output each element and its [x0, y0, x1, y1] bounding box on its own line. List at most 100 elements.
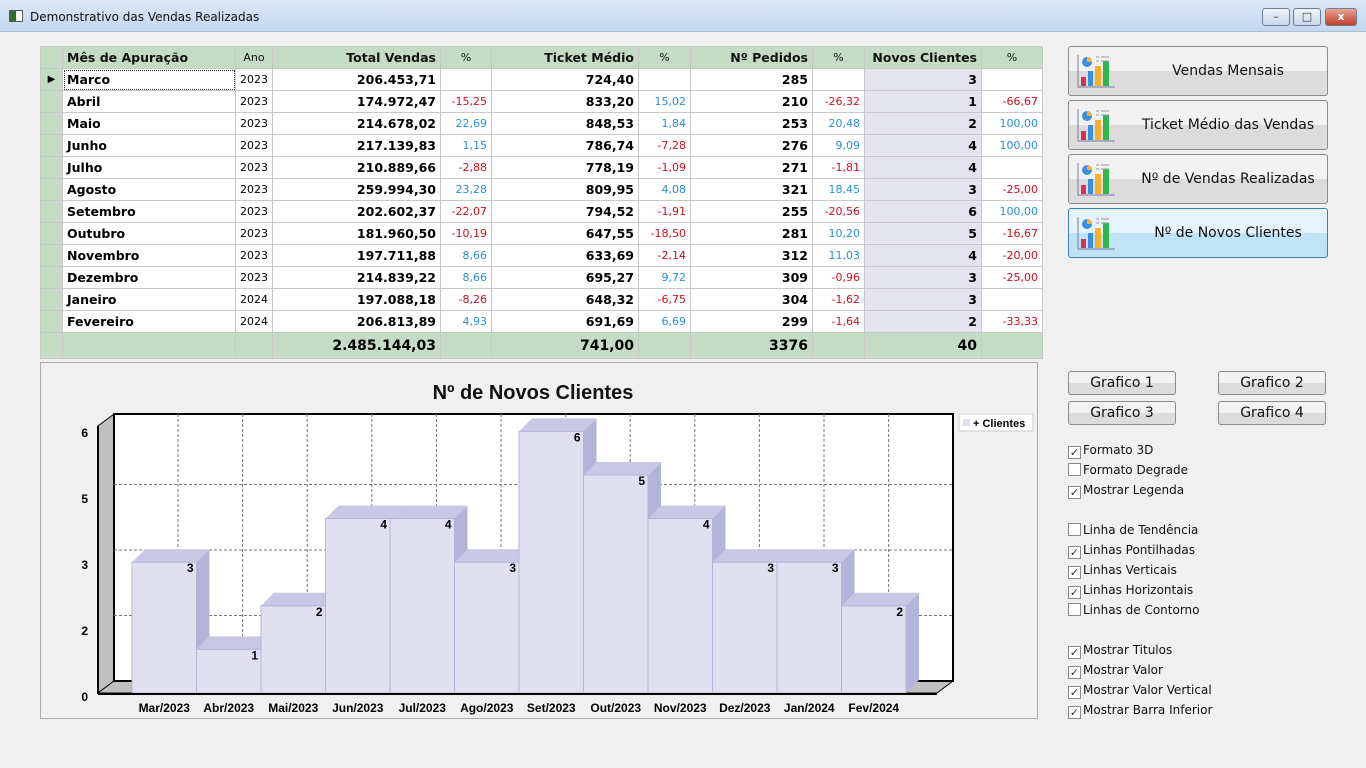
num-vendas-button[interactable]: Nº de Vendas Realizadas	[1068, 154, 1328, 204]
year-cell[interactable]: 2023	[235, 244, 273, 267]
pedidos-pct-cell[interactable]: -26,32	[812, 90, 865, 113]
year-cell[interactable]: 2023	[235, 178, 273, 201]
checkbox-icon[interactable]: ✓	[1068, 546, 1081, 559]
total-vendas-pct-cell[interactable]: 4,93	[440, 310, 492, 333]
month-cell[interactable]: Maio	[62, 112, 236, 135]
pedidos-cell[interactable]: 309	[690, 266, 813, 289]
total-vendas-pct-cell[interactable]: -15,25	[440, 90, 492, 113]
grafico-3-button[interactable]: Grafico 3	[1068, 401, 1176, 425]
total-vendas-cell[interactable]: 206.453,71	[272, 68, 441, 91]
ticket-pct-cell[interactable]: 1,84	[638, 112, 691, 135]
option-checkbox[interactable]: Linhas de Contorno	[1068, 603, 1200, 619]
column-header[interactable]: %	[812, 46, 865, 69]
ticket-medio-button[interactable]: Ticket Médio das Vendas	[1068, 100, 1328, 150]
total-vendas-pct-cell[interactable]: 22,69	[440, 112, 492, 135]
pedidos-pct-cell[interactable]: 9,09	[812, 134, 865, 157]
option-checkbox[interactable]: ✓ Mostrar Valor Vertical	[1068, 683, 1212, 699]
novos-clientes-cell[interactable]: 1	[864, 90, 982, 113]
year-cell[interactable]: 2023	[235, 68, 273, 91]
pedidos-pct-cell[interactable]: -1,81	[812, 156, 865, 179]
checkbox-icon[interactable]: ✓	[1068, 666, 1081, 679]
option-checkbox[interactable]: Linha de Tendência	[1068, 523, 1198, 539]
total-vendas-cell[interactable]: 197.088,18	[272, 288, 441, 311]
month-cell[interactable]: Junho	[62, 134, 236, 157]
table-row[interactable]: Setembro 2023 202.602,37 -22,07 794,52 -1,91 2…	[40, 200, 1043, 223]
ticket-pct-cell[interactable]: 4,08	[638, 178, 691, 201]
year-cell[interactable]: 2023	[235, 134, 273, 157]
checkbox-icon[interactable]: ✓	[1068, 566, 1081, 579]
checkbox-icon[interactable]: ✓	[1068, 686, 1081, 699]
pedidos-cell[interactable]: 304	[690, 288, 813, 311]
ticket-pct-cell[interactable]: -6,75	[638, 288, 691, 311]
ticket-medio-cell[interactable]: 809,95	[491, 178, 639, 201]
novos-pct-cell[interactable]: -20,00	[981, 244, 1043, 267]
novos-pct-cell[interactable]	[981, 156, 1043, 179]
month-cell[interactable]: Dezembro	[62, 266, 236, 289]
ticket-medio-cell[interactable]: 724,40	[491, 68, 639, 91]
ticket-medio-cell[interactable]: 778,19	[491, 156, 639, 179]
novos-clientes-cell[interactable]: 3	[864, 266, 982, 289]
month-cell[interactable]: Novembro	[62, 244, 236, 267]
novos-clientes-cell[interactable]: 3	[864, 288, 982, 311]
option-checkbox[interactable]: ✓ Linhas Verticais	[1068, 563, 1177, 579]
novos-pct-cell[interactable]: -33,33	[981, 310, 1043, 333]
year-cell[interactable]: 2023	[235, 266, 273, 289]
total-vendas-pct-cell[interactable]: 23,28	[440, 178, 492, 201]
ticket-medio-cell[interactable]: 794,52	[491, 200, 639, 223]
novos-clientes-button[interactable]: Nº de Novos Clientes	[1068, 208, 1328, 258]
option-checkbox[interactable]: ✓ Mostrar Valor	[1068, 663, 1163, 679]
column-header[interactable]: %	[981, 46, 1043, 69]
total-vendas-pct-cell[interactable]: -22,07	[440, 200, 492, 223]
option-checkbox[interactable]: ✓ Mostrar Legenda	[1068, 483, 1184, 499]
novos-clientes-cell[interactable]: 3	[864, 68, 982, 91]
table-row[interactable]: ▶ Marco 2023 206.453,71 724,40 285 3	[40, 68, 1043, 91]
novos-clientes-cell[interactable]: 6	[864, 200, 982, 223]
table-row[interactable]: Julho 2023 210.889,66 -2,88 778,19 -1,09 271 -1…	[40, 156, 1043, 179]
novos-clientes-cell[interactable]: 2	[864, 310, 982, 333]
option-checkbox[interactable]: Formato Degrade	[1068, 463, 1188, 479]
column-header[interactable]: %	[638, 46, 691, 69]
year-cell[interactable]: 2023	[235, 200, 273, 223]
pedidos-cell[interactable]: 321	[690, 178, 813, 201]
option-checkbox[interactable]: ✓ Formato 3D	[1068, 443, 1153, 459]
ticket-pct-cell[interactable]	[638, 68, 691, 91]
novos-pct-cell[interactable]: -66,67	[981, 90, 1043, 113]
table-row[interactable]: Dezembro 2023 214.839,22 8,66 695,27 9,72 309-…	[40, 266, 1043, 289]
close-button[interactable]: x	[1325, 8, 1357, 26]
ticket-pct-cell[interactable]: -1,91	[638, 200, 691, 223]
ticket-pct-cell[interactable]: -1,09	[638, 156, 691, 179]
month-cell[interactable]: Marco	[62, 68, 236, 91]
total-vendas-pct-cell[interactable]: -2,88	[440, 156, 492, 179]
vendas-mensais-button[interactable]: Vendas Mensais	[1068, 46, 1328, 96]
novos-clientes-cell[interactable]: 4	[864, 134, 982, 157]
table-row[interactable]: Abril 2023 174.972,47 -15,25 833,20 15,02 210-…	[40, 90, 1043, 113]
total-vendas-cell[interactable]: 259.994,30	[272, 178, 441, 201]
checkbox-icon[interactable]	[1068, 523, 1081, 536]
pedidos-pct-cell[interactable]: -1,64	[812, 310, 865, 333]
grafico-1-button[interactable]: Grafico 1	[1068, 371, 1176, 395]
checkbox-icon[interactable]	[1068, 603, 1081, 616]
table-row[interactable]: Janeiro 2024 197.088,18 -8,26 648,32 -6,75 304…	[40, 288, 1043, 311]
novos-pct-cell[interactable]: 100,00	[981, 134, 1043, 157]
month-cell[interactable]: Outubro	[62, 222, 236, 245]
year-cell[interactable]: 2023	[235, 112, 273, 135]
pedidos-pct-cell[interactable]: -0,96	[812, 266, 865, 289]
year-cell[interactable]: 2023	[235, 222, 273, 245]
pedidos-cell[interactable]: 253	[690, 112, 813, 135]
novos-clientes-cell[interactable]: 4	[864, 244, 982, 267]
maximize-button[interactable]: □	[1293, 8, 1321, 26]
minimize-button[interactable]: –	[1262, 8, 1290, 26]
total-vendas-cell[interactable]: 217.139,83	[272, 134, 441, 157]
novos-pct-cell[interactable]: -25,00	[981, 266, 1043, 289]
pedidos-pct-cell[interactable]: -20,56	[812, 200, 865, 223]
table-row[interactable]: Junho 2023 217.139,83 1,15 786,74 -7,28 276 9,0…	[40, 134, 1043, 157]
checkbox-icon[interactable]: ✓	[1068, 586, 1081, 599]
novos-pct-cell[interactable]: 100,00	[981, 200, 1043, 223]
ticket-pct-cell[interactable]: 15,02	[638, 90, 691, 113]
total-vendas-pct-cell[interactable]: 1,15	[440, 134, 492, 157]
column-header[interactable]: Ticket Médio	[491, 46, 639, 69]
novos-pct-cell[interactable]: -16,67	[981, 222, 1043, 245]
year-cell[interactable]: 2023	[235, 90, 273, 113]
grafico-2-button[interactable]: Grafico 2	[1218, 371, 1326, 395]
total-vendas-cell[interactable]: 210.889,66	[272, 156, 441, 179]
